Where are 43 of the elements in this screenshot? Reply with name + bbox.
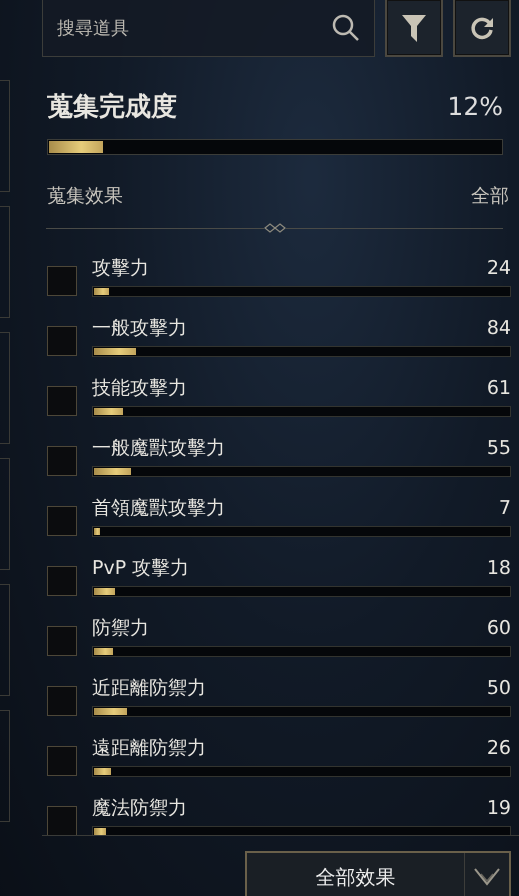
effect-name: 技能攻擊力 — [92, 377, 187, 399]
effect-name: 魔法防禦力 — [92, 797, 187, 819]
effect-value: 19 — [486, 797, 511, 819]
effect-value: 24 — [486, 257, 511, 279]
checkbox[interactable] — [47, 626, 77, 656]
filter-icon — [401, 12, 427, 42]
section-title: 蒐集效果 — [47, 184, 123, 209]
effect-value: 55 — [486, 437, 511, 459]
search-icon — [331, 13, 361, 43]
effect-name: 一般攻擊力 — [92, 317, 187, 339]
effect-name: PvP 攻擊力 — [92, 557, 190, 579]
ornament-icon — [264, 223, 286, 233]
completion-percent: 12% — [447, 92, 503, 121]
effect-name: 首領魔獸攻擊力 — [92, 497, 225, 519]
refresh-icon — [469, 14, 495, 40]
effect-value: 18 — [486, 557, 511, 579]
search-field[interactable]: 搜尋道具 — [42, 0, 375, 57]
checkbox[interactable] — [47, 746, 77, 776]
effect-name: 防禦力 — [92, 617, 149, 639]
checkbox[interactable] — [47, 506, 77, 536]
effect-value: 26 — [486, 737, 511, 759]
all-effects-dropdown[interactable]: 全部效果 — [245, 851, 511, 896]
completion-title: 蒐集完成度 — [47, 91, 177, 124]
checkbox[interactable] — [47, 386, 77, 416]
checkbox[interactable] — [47, 566, 77, 596]
refresh-button[interactable] — [453, 0, 511, 57]
checkbox[interactable] — [47, 686, 77, 716]
filter-label[interactable]: 全部 — [471, 183, 509, 209]
effect-name: 攻擊力 — [92, 257, 149, 279]
effect-value: 50 — [486, 677, 511, 699]
effect-value: 61 — [486, 377, 511, 399]
checkbox[interactable] — [47, 446, 77, 476]
effect-name: 一般魔獸攻擊力 — [92, 437, 225, 459]
effect-name: 近距離防禦力 — [92, 677, 206, 699]
effect-value: 84 — [486, 317, 511, 339]
filter-button[interactable] — [385, 0, 443, 57]
checkbox[interactable] — [47, 806, 77, 835]
checkbox[interactable] — [47, 266, 77, 296]
effect-value: 7 — [498, 497, 511, 519]
checkbox[interactable] — [47, 326, 77, 356]
effect-value: 60 — [486, 617, 511, 639]
effect-name: 遠距離防禦力 — [92, 737, 206, 759]
caret-icon — [474, 868, 500, 886]
